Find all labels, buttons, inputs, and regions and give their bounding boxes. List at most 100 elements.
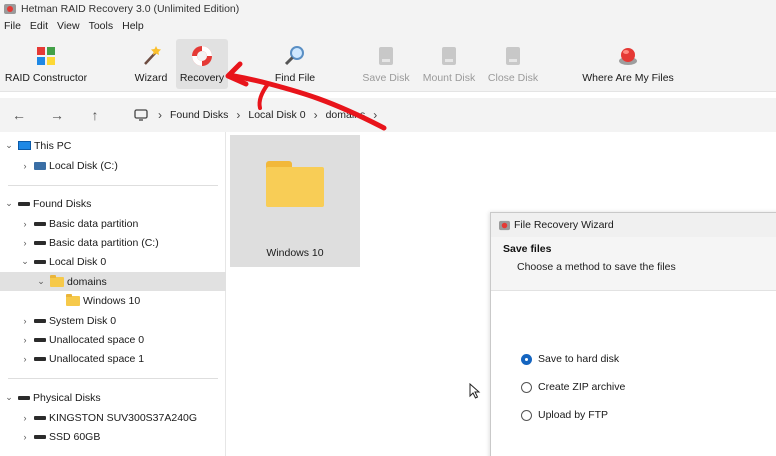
wizard-title: File Recovery Wizard bbox=[514, 219, 614, 231]
tree-item-windows-10[interactable]: Windows 10 bbox=[0, 291, 226, 310]
chevron-right-icon[interactable]: › bbox=[20, 354, 30, 364]
red-button-icon bbox=[619, 48, 637, 65]
wizard-subheading: Choose a method to save the files bbox=[517, 261, 676, 273]
disk-icon bbox=[34, 240, 46, 245]
forward-arrow-icon[interactable]: → bbox=[48, 106, 66, 124]
chevron-right-icon[interactable]: › bbox=[20, 335, 30, 345]
chevron-right-icon: › bbox=[158, 108, 162, 122]
wizard-heading: Save files bbox=[503, 243, 552, 255]
disk-icon bbox=[34, 318, 46, 323]
disk-icon bbox=[18, 201, 30, 206]
wizard-button[interactable]: Wizard bbox=[128, 39, 174, 89]
tree-item-basic-data-partition[interactable]: › Basic data partition bbox=[0, 214, 226, 233]
folder-icon bbox=[66, 293, 80, 306]
tree-item-this-pc[interactable]: ⌄ This PC bbox=[0, 136, 226, 155]
chevron-down-icon[interactable]: ⌄ bbox=[4, 198, 14, 209]
radio-button[interactable] bbox=[521, 381, 532, 393]
folder-tile-windows-10[interactable]: Windows 10 bbox=[230, 135, 360, 267]
disk-icon bbox=[34, 434, 46, 439]
chevron-down-icon[interactable]: ⌄ bbox=[4, 392, 14, 403]
tree-item-domains[interactable]: ⌄ domains bbox=[0, 272, 226, 291]
menu-help[interactable]: Help bbox=[122, 20, 144, 32]
chevron-right-icon[interactable]: › bbox=[20, 316, 30, 326]
title-bar: Hetman RAID Recovery 3.0 (Unlimited Edit… bbox=[0, 0, 776, 18]
divider bbox=[8, 378, 218, 379]
sidebar-tree: ⌄ This PC › Local Disk (C:) ⌄ Found Disk… bbox=[0, 132, 226, 456]
chevron-right-icon[interactable]: › bbox=[20, 219, 30, 229]
folder-tile-label: Windows 10 bbox=[266, 247, 324, 259]
wizard-app-icon bbox=[499, 220, 510, 230]
tree-item-physical-disks[interactable]: ⌄ Physical Disks bbox=[0, 388, 226, 407]
mount-disk-button[interactable]: Mount Disk bbox=[422, 39, 476, 89]
tree-item-local-disk-c[interactable]: › Local Disk (C:) bbox=[0, 156, 226, 175]
window-title: Hetman RAID Recovery 3.0 (Unlimited Edit… bbox=[21, 3, 240, 15]
back-arrow-icon[interactable]: ← bbox=[10, 106, 28, 124]
tree-item-local-disk-0[interactable]: ⌄ Local Disk 0 bbox=[0, 252, 226, 271]
option-save-to-hard-disk[interactable]: Save to hard disk bbox=[521, 353, 619, 365]
mount-disk-icon bbox=[442, 47, 456, 65]
breadcrumb: › Found Disks › Local Disk 0 › domains › bbox=[134, 106, 385, 124]
app-logo-icon bbox=[4, 4, 16, 14]
radio-button[interactable] bbox=[521, 409, 532, 421]
folder-icon bbox=[266, 161, 324, 207]
windows-disk-icon bbox=[34, 161, 46, 170]
breadcrumb-domains[interactable]: domains bbox=[326, 109, 366, 121]
chevron-down-icon[interactable]: ⌄ bbox=[4, 140, 14, 151]
where-are-my-files-button[interactable]: Where Are My Files bbox=[582, 39, 674, 89]
breadcrumb-local-disk-0[interactable]: Local Disk 0 bbox=[248, 109, 305, 121]
chevron-right-icon[interactable]: › bbox=[20, 161, 30, 171]
menu-view[interactable]: View bbox=[57, 20, 80, 32]
wizard-title-bar[interactable]: File Recovery Wizard bbox=[491, 213, 776, 237]
folder-icon bbox=[50, 274, 64, 287]
mouse-cursor-icon bbox=[469, 383, 481, 399]
tree-item-unallocated-space-1[interactable]: › Unallocated space 1 bbox=[0, 349, 226, 368]
file-recovery-wizard-dialog: File Recovery Wizard Save files Choose a… bbox=[490, 212, 776, 456]
tree-item-basic-data-partition-c[interactable]: › Basic data partition (C:) bbox=[0, 233, 226, 252]
menu-tools[interactable]: Tools bbox=[89, 20, 114, 32]
navigation-bar: ← → ↑ › Found Disks › Local Disk 0 › dom… bbox=[0, 98, 776, 132]
magic-wand-icon bbox=[144, 46, 161, 65]
computer-icon bbox=[18, 141, 31, 150]
chevron-right-icon: › bbox=[313, 108, 318, 122]
breadcrumb-found-disks[interactable]: Found Disks bbox=[170, 109, 228, 121]
chevron-down-icon[interactable]: ⌄ bbox=[20, 256, 30, 267]
menu-bar: File Edit View Tools Help bbox=[0, 18, 776, 34]
disk-icon bbox=[34, 221, 46, 226]
find-file-button[interactable]: Find File bbox=[272, 39, 318, 89]
close-disk-icon bbox=[506, 47, 520, 65]
save-disk-icon bbox=[379, 47, 393, 65]
chevron-right-icon[interactable]: › bbox=[20, 413, 30, 423]
raid-constructor-button[interactable]: RAID Constructor bbox=[5, 39, 87, 89]
divider bbox=[8, 185, 218, 186]
chevron-right-icon: › bbox=[236, 108, 241, 122]
chevron-right-icon[interactable]: › bbox=[20, 238, 30, 248]
chevron-right-icon: › bbox=[373, 108, 378, 122]
tree-item-unallocated-space-0[interactable]: › Unallocated space 0 bbox=[0, 330, 226, 349]
tree-item-found-disks[interactable]: ⌄ Found Disks bbox=[0, 194, 226, 213]
magnifier-icon bbox=[284, 46, 304, 66]
save-disk-button[interactable]: Save Disk bbox=[362, 39, 410, 89]
disk-icon bbox=[34, 337, 46, 342]
close-disk-button[interactable]: Close Disk bbox=[488, 39, 538, 89]
option-upload-by-ftp[interactable]: Upload by FTP bbox=[521, 409, 608, 421]
tree-item-ssd-60gb[interactable]: › SSD 60GB bbox=[0, 427, 226, 446]
menu-file[interactable]: File bbox=[4, 20, 21, 32]
option-create-zip-archive[interactable]: Create ZIP archive bbox=[521, 381, 625, 393]
disk-icon bbox=[34, 259, 46, 264]
radio-button-checked[interactable] bbox=[521, 353, 532, 365]
up-arrow-icon[interactable]: ↑ bbox=[86, 106, 104, 124]
recovery-button[interactable]: Recovery bbox=[176, 39, 228, 89]
tree-item-system-disk-0[interactable]: › System Disk 0 bbox=[0, 311, 226, 330]
menu-edit[interactable]: Edit bbox=[30, 20, 48, 32]
lifebuoy-icon bbox=[192, 46, 212, 66]
disk-icon bbox=[34, 356, 46, 361]
monitor-icon[interactable] bbox=[134, 109, 148, 121]
toolbar: RAID Constructor Wizard Recovery Find Fi… bbox=[0, 34, 776, 92]
wizard-header: Save files Choose a method to save the f… bbox=[491, 237, 776, 291]
chevron-right-icon[interactable]: › bbox=[20, 432, 30, 442]
chevron-down-icon[interactable]: ⌄ bbox=[36, 276, 46, 287]
puzzle-icon bbox=[37, 47, 55, 65]
tree-item-kingston[interactable]: › KINGSTON SUV300S37A240G bbox=[0, 408, 226, 427]
disk-icon bbox=[34, 415, 46, 420]
disk-icon bbox=[18, 395, 30, 400]
